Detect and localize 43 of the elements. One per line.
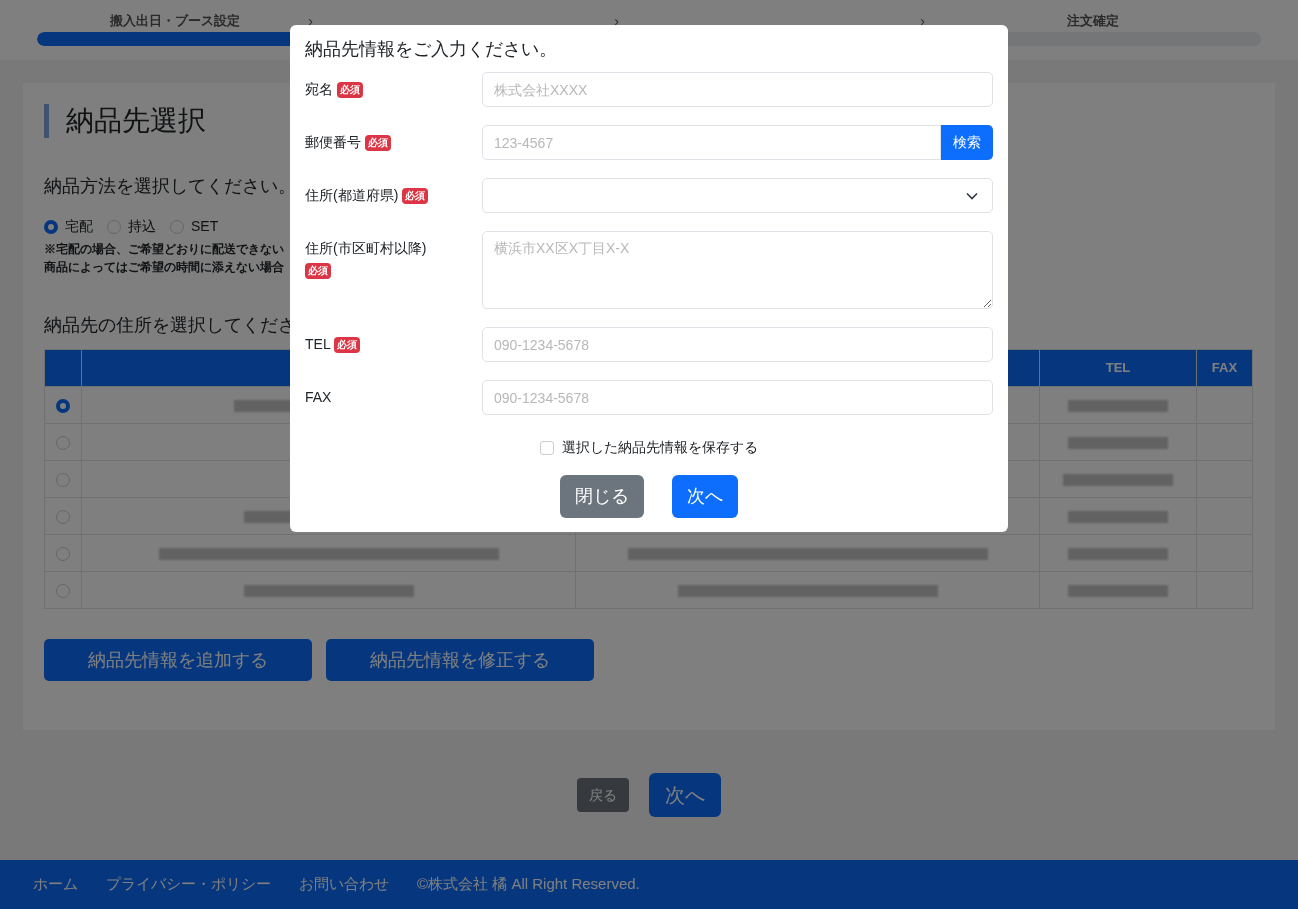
field-label: 住所(市区町村以降) <box>305 240 427 256</box>
field-label: 住所(都道府県) <box>305 187 399 203</box>
footer-link[interactable]: お問い合わせ <box>299 873 389 896</box>
required-badge: 必須 <box>402 188 429 205</box>
method-radio[interactable]: 宅配 <box>44 216 93 237</box>
next-button[interactable]: 次へ <box>649 773 721 817</box>
note-text: ※宅配の場合、ご希望どおりに配送できない <box>44 241 284 258</box>
required-badge: 必須 <box>305 263 331 280</box>
footer-link[interactable]: プライバシー・ポリシー <box>106 873 271 896</box>
footer-link[interactable]: ホーム <box>33 873 78 896</box>
required-badge: 必須 <box>336 82 363 99</box>
text-field[interactable]: 090-1234-5678 <box>482 327 993 362</box>
address-textarea[interactable]: 横浜市XX区X丁目X-X <box>482 231 993 309</box>
method-prompt: 納品方法を選択してください。 <box>44 175 296 198</box>
field-label: FAX <box>305 389 332 405</box>
modal-title: 納品先情報をご入力ください。 <box>305 38 558 61</box>
field-label: TEL <box>305 336 331 352</box>
step-separator: › <box>308 11 313 31</box>
required-badge: 必須 <box>364 135 391 152</box>
step-separator: › <box>614 11 619 31</box>
text-field[interactable]: 090-1234-5678 <box>482 380 993 415</box>
search-button[interactable]: 検索 <box>941 125 993 160</box>
text-field[interactable]: 株式会社XXXX <box>482 72 993 107</box>
method-radio[interactable]: 持込 <box>107 216 156 237</box>
field-label: 宛名 <box>305 81 333 97</box>
address-action-button[interactable]: 納品先情報を修正する <box>326 639 594 681</box>
postal-code-field[interactable]: 123-4567 <box>482 125 941 160</box>
column-header: FAX <box>1196 349 1253 387</box>
close-button[interactable]: 閉じる <box>560 475 644 518</box>
save-label: 選択した納品先情報を保存する <box>562 438 758 457</box>
note-text: 商品によってはご希望の時間に添えない場合 <box>44 259 284 276</box>
back-button[interactable]: 戻る <box>577 778 629 812</box>
method-radio[interactable]: SET <box>170 216 219 237</box>
page-title: 納品先選択 <box>66 107 206 135</box>
copyright-text: ©株式会社 橘 All Right Reserved. <box>417 874 640 895</box>
field-label: 郵便番号 <box>305 134 361 150</box>
column-header: TEL <box>1039 349 1197 387</box>
address-action-button[interactable]: 納品先情報を追加する <box>44 639 312 681</box>
required-badge: 必須 <box>334 337 361 354</box>
step-separator: › <box>920 11 925 31</box>
next-button[interactable]: 次へ <box>672 475 738 518</box>
step-label: 搬入出日・ブース設定 <box>110 12 240 31</box>
step-label: 注文確定 <box>1067 12 1119 31</box>
